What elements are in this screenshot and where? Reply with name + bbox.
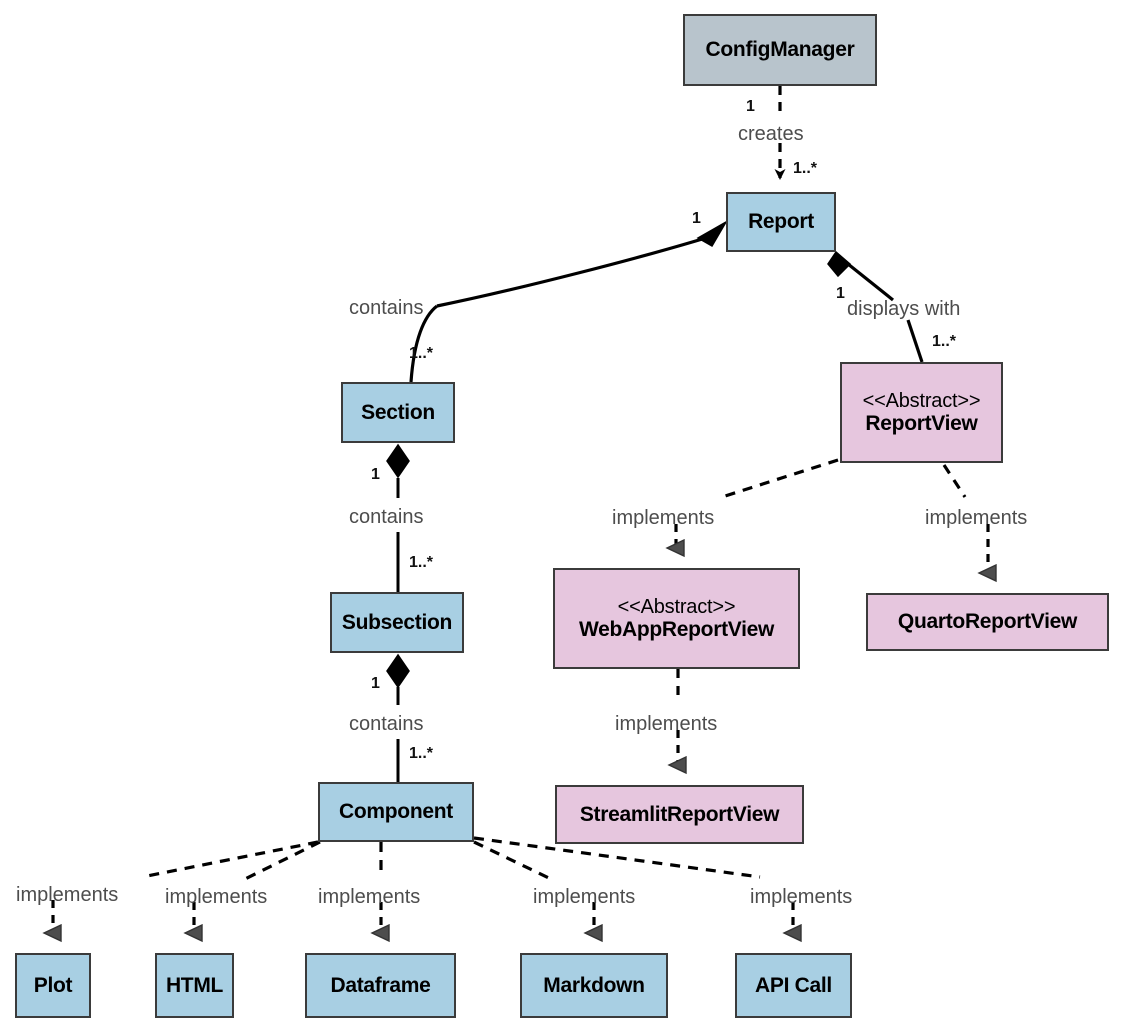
class-node-dataframe[interactable]: Dataframe	[305, 953, 456, 1018]
edge-label-implements-html: implements	[165, 886, 268, 908]
class-name-quartoreportview: QuartoReportView	[897, 610, 1078, 634]
multiplicity-configmanager-out: 1	[746, 98, 755, 115]
multiplicity-reportview-top: 1..*	[932, 333, 957, 350]
class-name-dataframe: Dataframe	[330, 973, 431, 997]
edge-label-implements-webappreportview: implements	[612, 507, 715, 529]
uml-class-diagram: ConfigManager Report Section <<Abstract>…	[0, 0, 1123, 1026]
stereotype-reportview: <<Abstract>>	[862, 389, 981, 412]
multiplicity-subsection-bottom: 1	[371, 675, 380, 692]
edge-label-contains-component: contains	[349, 713, 424, 735]
class-name-streamlitreportview: StreamlitReportView	[579, 802, 780, 826]
edge-label-creates: creates	[738, 123, 804, 145]
multiplicity-subsection-top: 1..*	[409, 554, 434, 571]
edge-label-displays-with: displays with	[847, 298, 961, 320]
class-name-report: Report	[748, 210, 814, 234]
multiplicity-section-bottom: 1	[371, 466, 380, 483]
edge-label-implements-dataframe: implements	[318, 886, 421, 908]
edge-label-implements-streamlitreportview: implements	[615, 713, 718, 735]
class-node-markdown[interactable]: Markdown	[520, 953, 668, 1018]
multiplicity-component-top: 1..*	[409, 745, 434, 762]
class-node-report[interactable]: Report	[726, 192, 836, 252]
class-node-plot[interactable]: Plot	[15, 953, 91, 1018]
class-node-subsection[interactable]: Subsection	[330, 592, 464, 653]
edge-label-contains-section: contains	[349, 297, 424, 319]
class-node-quartoreportview[interactable]: QuartoReportView	[866, 593, 1109, 651]
class-name-section: Section	[361, 400, 435, 424]
edge-label-implements-markdown: implements	[533, 886, 636, 908]
edge-label-implements-plot: implements	[16, 884, 119, 906]
class-node-apicall[interactable]: API Call	[735, 953, 852, 1018]
multiplicity-section-top: 1..*	[409, 345, 434, 362]
class-node-component[interactable]: Component	[318, 782, 474, 842]
multiplicity-report-left: 1	[692, 210, 701, 227]
class-name-subsection: Subsection	[341, 610, 453, 634]
class-node-section[interactable]: Section	[341, 382, 455, 443]
class-name-html: HTML	[165, 973, 224, 997]
class-node-reportview[interactable]: <<Abstract>> ReportView	[840, 362, 1003, 463]
class-name-markdown: Markdown	[543, 973, 645, 997]
edge-implements-webappreportview	[676, 458, 839, 548]
class-node-html[interactable]: HTML	[155, 953, 234, 1018]
class-name-plot: Plot	[33, 973, 73, 997]
class-node-configmanager[interactable]: ConfigManager	[683, 14, 877, 86]
stereotype-webappreportview: <<Abstract>>	[617, 595, 736, 618]
multiplicity-report-right: 1	[836, 285, 845, 302]
class-name-reportview: ReportView	[865, 411, 978, 435]
class-name-webappreportview: WebAppReportView	[578, 617, 775, 641]
multiplicity-report-in: 1..*	[793, 160, 818, 177]
edge-label-contains-subsection: contains	[349, 506, 424, 528]
edge-label-implements-quartoreportview: implements	[925, 507, 1028, 529]
class-name-apicall: API Call	[755, 973, 832, 997]
edge-label-implements-apicall: implements	[750, 886, 853, 908]
class-node-webappreportview[interactable]: <<Abstract>> WebAppReportView	[553, 568, 800, 669]
edge-contains-section	[409, 219, 729, 383]
class-name-component: Component	[339, 800, 453, 824]
class-name-configmanager: ConfigManager	[705, 38, 855, 62]
class-node-streamlitreportview[interactable]: StreamlitReportView	[555, 785, 804, 844]
